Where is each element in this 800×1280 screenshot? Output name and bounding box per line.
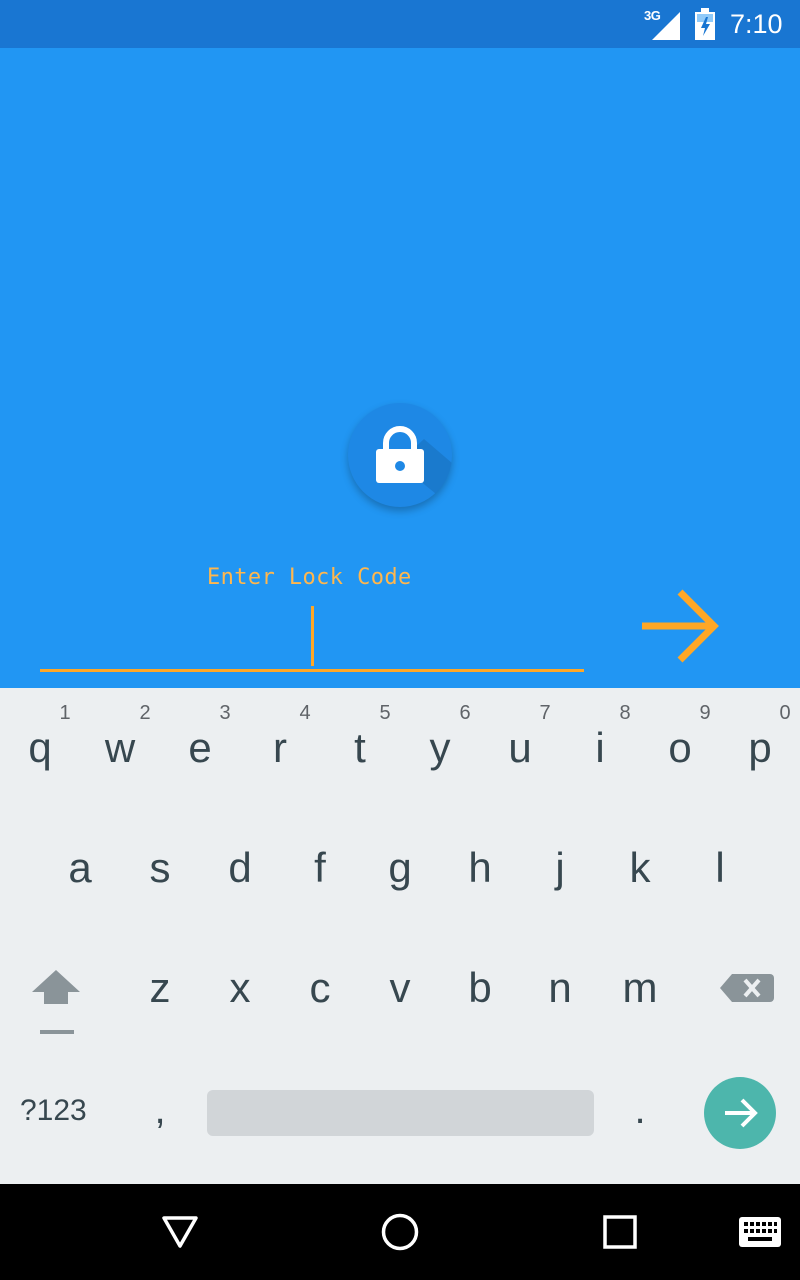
key-d[interactable]: d (200, 808, 280, 928)
key-label: d (228, 844, 252, 891)
key-label: t (354, 724, 366, 771)
key-hint: 1 (59, 702, 71, 724)
enter-arrow-icon (725, 1098, 758, 1128)
key-label: a (68, 844, 92, 891)
key-label: w (104, 724, 136, 771)
keyboard-icon[interactable] (738, 1216, 782, 1248)
lock-badge (348, 403, 452, 507)
key-e[interactable]: 3e (160, 688, 240, 808)
lock-code-hint: Enter Lock Code (207, 565, 412, 590)
key-hint: 5 (379, 702, 391, 724)
arrow-right-icon (642, 589, 719, 663)
key-j[interactable]: j (520, 808, 600, 928)
backspace-icon (720, 974, 774, 1002)
key-label: x (229, 964, 251, 1011)
navigation-bar (0, 1184, 800, 1280)
key-s[interactable]: s (120, 808, 200, 928)
key-w[interactable]: 2w (80, 688, 160, 808)
soft-keyboard: 1q 2w 3e 4r 5t 6y 7u 8i 9o 0p a s d f g … (0, 688, 800, 1184)
key-q[interactable]: 1q (0, 688, 80, 808)
key-label: u (508, 724, 532, 771)
period-key[interactable]: . (620, 1088, 660, 1144)
key-label: e (188, 724, 212, 771)
key-label: v (389, 964, 411, 1011)
key-label: y (429, 724, 451, 771)
key-hint: 9 (699, 702, 711, 724)
submit-button[interactable] (638, 588, 720, 664)
status-bar: 3G 7:10 (0, 0, 800, 48)
key-label: n (548, 964, 572, 1011)
key-label: k (629, 844, 651, 891)
key-label: b (468, 964, 492, 1011)
key-z[interactable]: z (120, 928, 200, 1048)
shift-key[interactable] (16, 952, 96, 1042)
text-cursor (311, 606, 314, 666)
space-key[interactable] (207, 1090, 594, 1136)
key-t[interactable]: 5t (320, 688, 400, 808)
key-label: r (273, 724, 287, 771)
key-k[interactable]: k (600, 808, 680, 928)
key-a[interactable]: a (40, 808, 120, 928)
enter-key[interactable] (704, 1077, 776, 1149)
key-hint: 0 (779, 702, 791, 724)
key-o[interactable]: 9o (640, 688, 720, 808)
key-u[interactable]: 7u (480, 688, 560, 808)
key-n[interactable]: n (520, 928, 600, 1048)
signal-indicator: 3G (644, 8, 680, 40)
key-label: h (468, 844, 492, 891)
key-label: i (595, 724, 605, 771)
key-label: q (28, 724, 52, 771)
key-label: o (668, 724, 692, 771)
key-hint: 3 (219, 702, 231, 724)
key-l[interactable]: l (680, 808, 760, 928)
key-hint: 4 (299, 702, 311, 724)
key-p[interactable]: 0p (720, 688, 800, 808)
home-circle-icon[interactable] (380, 1212, 420, 1252)
key-label: f (314, 844, 326, 891)
key-label: z (149, 964, 171, 1011)
key-y[interactable]: 6y (400, 688, 480, 808)
key-h[interactable]: h (440, 808, 520, 928)
back-triangle-icon[interactable] (160, 1212, 200, 1252)
key-label: p (748, 724, 772, 771)
key-v[interactable]: v (360, 928, 440, 1048)
recents-square-icon[interactable] (602, 1214, 638, 1250)
lock-icon (376, 426, 452, 507)
input-underline (40, 669, 584, 672)
key-hint: 7 (539, 702, 551, 724)
symbols-mode-key[interactable]: ?123 (20, 1094, 104, 1134)
key-r[interactable]: 4r (240, 688, 320, 808)
battery-charging-icon (695, 8, 715, 40)
key-label: j (555, 844, 565, 891)
shift-icon (32, 970, 80, 1034)
key-hint: 6 (459, 702, 471, 724)
key-g[interactable]: g (360, 808, 440, 928)
signal-strength-icon (652, 12, 680, 40)
key-hint: 8 (619, 702, 631, 724)
lock-screen: Enter Lock Code (0, 48, 800, 688)
key-b[interactable]: b (440, 928, 520, 1048)
clock: 7:10 (730, 9, 783, 39)
key-x[interactable]: x (200, 928, 280, 1048)
key-i[interactable]: 8i (560, 688, 640, 808)
key-hint: 2 (139, 702, 151, 724)
key-label: m (622, 964, 658, 1011)
key-c[interactable]: c (280, 928, 360, 1048)
key-label: s (149, 844, 171, 891)
backspace-key[interactable] (712, 956, 784, 1016)
key-label: c (309, 964, 331, 1011)
comma-key[interactable]: , (140, 1088, 180, 1144)
key-label: g (388, 844, 412, 891)
key-m[interactable]: m (600, 928, 680, 1048)
key-label: l (715, 844, 725, 891)
key-f[interactable]: f (280, 808, 360, 928)
